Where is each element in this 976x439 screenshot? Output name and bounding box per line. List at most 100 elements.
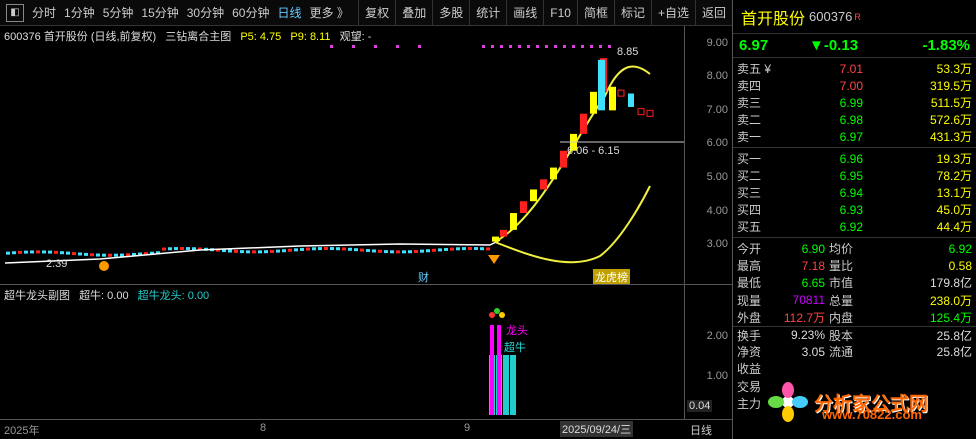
candle bbox=[426, 249, 430, 253]
period-daily[interactable]: 日线 bbox=[273, 4, 305, 21]
candle bbox=[384, 250, 388, 254]
candle bbox=[108, 253, 112, 257]
candle bbox=[462, 247, 466, 251]
top-candle bbox=[637, 108, 645, 116]
candle bbox=[360, 248, 364, 252]
candle bbox=[228, 249, 232, 253]
ask-book: 卖五 ¥7.01 53.3万 卖四 7.00 319.5万 卖三 6.99 511.5万 … bbox=[733, 58, 976, 148]
sub-value-axis: 2.00 1.00 0.04 bbox=[684, 285, 732, 419]
site-watermark: 分析家公式网 www.70822.com bbox=[762, 380, 974, 424]
candle bbox=[36, 250, 40, 254]
indicator-bar bbox=[511, 355, 515, 415]
period-1min[interactable]: 1分钟 bbox=[60, 4, 99, 21]
period-more[interactable]: 更多 》 bbox=[305, 4, 352, 21]
candle bbox=[234, 249, 238, 253]
bid-book: 买一 6.96 19.3万 买二 6.95 78.2万 买三 6.94 13.1万 买四 6.… bbox=[733, 148, 976, 238]
multi-stock-button[interactable]: 多股 bbox=[432, 0, 469, 26]
candle bbox=[288, 248, 292, 252]
signal-dot bbox=[572, 45, 575, 48]
f10-button[interactable]: F10 bbox=[543, 0, 577, 26]
adjust-button[interactable]: 复权 bbox=[358, 0, 395, 26]
signal-dot bbox=[374, 45, 377, 48]
ask-row: 卖四 7.00 319.5万 bbox=[737, 78, 972, 94]
mark-button[interactable]: 标记 bbox=[613, 0, 651, 26]
candle bbox=[84, 252, 88, 256]
y-tick: 4.00 bbox=[706, 205, 728, 217]
sub-indicator-chart[interactable]: 超牛龙头副图 超牛: 0.00 超牛龙头: 0.00 2.00 1.00 0.0… bbox=[0, 284, 732, 419]
main-kline-chart[interactable]: 600376 首开股份 (日线,前复权) 三钻离合主图 P5: 4.75 P9:… bbox=[0, 26, 732, 285]
top-candle bbox=[598, 59, 605, 111]
period-indicator[interactable]: 日线 bbox=[690, 422, 712, 438]
candle bbox=[240, 250, 244, 254]
signal-ball bbox=[494, 308, 500, 314]
sub-bottom-value: 0.04 bbox=[687, 400, 713, 412]
bid-row: 买五 6.92 44.4万 bbox=[737, 219, 972, 235]
period-5min[interactable]: 5分钟 bbox=[99, 4, 138, 21]
signal-dot bbox=[536, 45, 539, 48]
statistics-button[interactable]: 统计 bbox=[469, 0, 506, 26]
signal-dot bbox=[418, 45, 421, 48]
quote-panel: 首开股份 600376 R 6.97 ▼-0.13 -1.83% 卖五 ¥7.0… bbox=[732, 0, 976, 439]
ask-row: 卖二 6.98 572.6万 bbox=[737, 112, 972, 128]
date-axis: 2025年 8 9 2025/09/24/三 日线 bbox=[0, 419, 732, 439]
sub-indicator-canvas bbox=[489, 308, 516, 415]
candle bbox=[24, 250, 28, 254]
date-label: 8 bbox=[260, 422, 267, 434]
candle bbox=[120, 253, 124, 257]
candle bbox=[348, 247, 352, 251]
candle bbox=[480, 247, 484, 251]
collapse-panel-icon[interactable]: ◧ bbox=[6, 3, 24, 22]
candle bbox=[342, 247, 346, 251]
candle bbox=[318, 247, 322, 251]
draw-line-button[interactable]: 画线 bbox=[506, 0, 543, 26]
high-price-label: 8.85 bbox=[617, 46, 639, 58]
signal-dot bbox=[330, 45, 333, 48]
candle bbox=[300, 247, 304, 251]
candle bbox=[48, 250, 52, 254]
period-60min[interactable]: 60分钟 bbox=[228, 4, 273, 21]
candle bbox=[408, 250, 412, 254]
stat-row: 收益 bbox=[737, 362, 762, 377]
signal-dot bbox=[352, 45, 355, 48]
candle bbox=[456, 247, 460, 251]
candle bbox=[270, 249, 274, 253]
financial-marker[interactable]: 财 bbox=[418, 269, 429, 285]
period-tick[interactable]: 分时 bbox=[28, 4, 60, 21]
signal-dot bbox=[527, 45, 530, 48]
candle bbox=[66, 251, 70, 255]
bid-row: 买三 6.94 13.1万 bbox=[737, 185, 972, 201]
sub-y-tick: 1.00 bbox=[706, 370, 728, 382]
candle bbox=[54, 250, 58, 254]
rising-candle bbox=[590, 91, 597, 114]
rising-candle bbox=[530, 189, 537, 202]
candle bbox=[486, 247, 490, 251]
price-row: 6.97 ▼-0.13 -1.83% bbox=[733, 34, 976, 58]
candle bbox=[102, 253, 106, 257]
stat-row: 最高 7.18 量比 0.58 bbox=[737, 258, 972, 274]
candle bbox=[276, 249, 280, 253]
y-tick: 8.00 bbox=[706, 70, 728, 82]
rising-candle bbox=[492, 236, 499, 242]
simple-frame-button[interactable]: 简框 bbox=[576, 0, 614, 26]
overlay-button[interactable]: 叠加 bbox=[395, 0, 432, 26]
dragon-tiger-list-marker[interactable]: 龙虎榜 bbox=[593, 269, 630, 285]
candle bbox=[90, 253, 94, 257]
indicator-bar bbox=[504, 355, 508, 415]
candle bbox=[324, 247, 328, 251]
signal-dot bbox=[563, 45, 566, 48]
period-30min[interactable]: 30分钟 bbox=[183, 4, 228, 21]
signal-dot bbox=[518, 45, 521, 48]
candle bbox=[444, 247, 448, 251]
last-price: 6.97 bbox=[739, 37, 769, 54]
rising-candle bbox=[510, 213, 517, 230]
candle bbox=[378, 249, 382, 253]
top-candle bbox=[646, 109, 654, 117]
candle bbox=[306, 247, 310, 251]
candle bbox=[30, 250, 34, 254]
period-15min[interactable]: 15分钟 bbox=[137, 4, 182, 21]
back-button[interactable]: 返回 bbox=[694, 0, 732, 26]
y-tick: 3.00 bbox=[706, 238, 728, 250]
rising-candle bbox=[500, 229, 507, 237]
add-watchlist-button[interactable]: +自选 bbox=[650, 0, 695, 26]
ask-row: 卖三 6.99 511.5万 bbox=[737, 95, 972, 111]
